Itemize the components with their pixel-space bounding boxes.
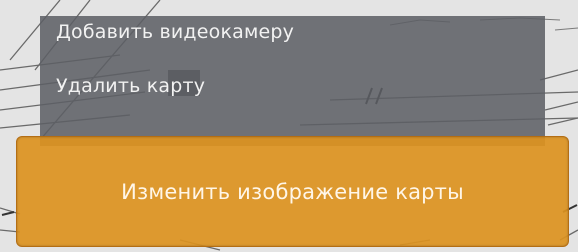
add-camera-menu-item[interactable]: Добавить видеокамеру xyxy=(56,20,294,44)
change-map-image-label: Изменить изображение карты xyxy=(121,180,464,204)
change-map-image-button[interactable]: Изменить изображение карты xyxy=(16,136,569,247)
delete-map-menu-item[interactable]: Удалить карту xyxy=(56,74,205,98)
